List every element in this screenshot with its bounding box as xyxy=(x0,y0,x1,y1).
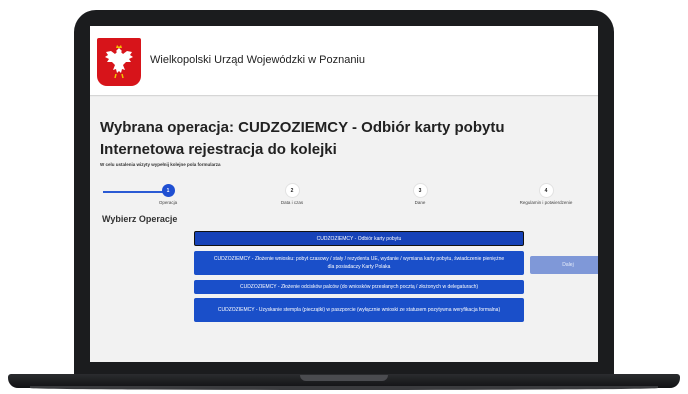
step-data-i-czas[interactable]: 2 Data i czas xyxy=(242,184,342,205)
eagle-icon xyxy=(105,45,133,79)
operation-button-stempel[interactable]: CUDZOZIEMCY - Uzyskanie stempla (piecząt… xyxy=(194,298,524,322)
step-operacja[interactable]: 1 Operacja xyxy=(118,184,218,205)
step-circle: 4 xyxy=(539,184,553,197)
step-circle: 2 xyxy=(285,184,299,197)
operation-button-odciski[interactable]: CUDZOZIEMCY - Złożenie odcisków palców (… xyxy=(194,280,524,294)
choose-operation-heading: Wybierz Operacje xyxy=(102,214,178,224)
operation-button-wniosek[interactable]: CUDZOZIEMCY - Złożenie wniosku: pobyt cz… xyxy=(194,251,524,275)
main-content: Wybrana operacja: CUDZOZIEMCY - Odbiór k… xyxy=(90,97,598,362)
step-dane[interactable]: 3 Dane xyxy=(370,184,470,205)
operation-button-odbior[interactable]: CUDZOZIEMCY - Odbiór karty pobytu xyxy=(194,231,524,246)
step-label: Regulamin i potwierdzenie xyxy=(519,200,573,205)
form-hint: W celu ustalenia wizyty wypełnij kolejne… xyxy=(100,162,221,167)
step-circle: 3 xyxy=(413,184,427,197)
laptop-notch xyxy=(300,375,388,381)
step-label: Operacja xyxy=(158,200,178,205)
laptop-base-edge xyxy=(30,386,658,390)
step-label: Data i czas xyxy=(280,200,304,205)
step-regulamin[interactable]: 4 Regulamin i potwierdzenie xyxy=(496,184,596,205)
registration-title: Internetowa rejestracja do kolejki xyxy=(100,141,337,158)
step-label: Dane xyxy=(414,200,426,205)
site-header: Wielkopolski Urząd Wojewódzki w Poznaniu xyxy=(90,26,598,96)
laptop-screen: Wielkopolski Urząd Wojewódzki w Poznaniu… xyxy=(90,26,598,362)
header-title: Wielkopolski Urząd Wojewódzki w Poznaniu xyxy=(150,54,365,66)
page-title: Wybrana operacja: CUDZOZIEMCY - Odbiór k… xyxy=(100,119,505,136)
polish-eagle-emblem-icon[interactable] xyxy=(97,38,141,86)
step-circle: 1 xyxy=(161,184,175,197)
next-button[interactable]: Dalej xyxy=(530,256,598,274)
